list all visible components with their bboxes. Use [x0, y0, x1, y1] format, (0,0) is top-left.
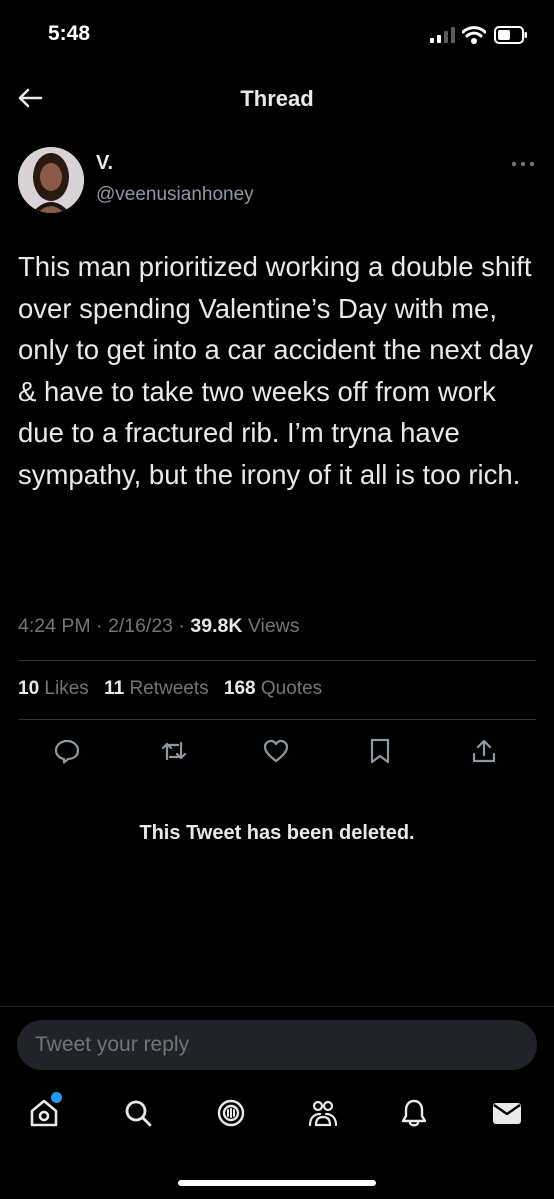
reply-icon[interactable]: [53, 737, 81, 765]
status-time: 5:48: [48, 22, 91, 45]
quotes-count: 168: [223, 678, 256, 699]
reply-placeholder: Tweet your reply: [35, 1033, 190, 1056]
home-indicator: [178, 1180, 376, 1186]
divider: [18, 660, 536, 661]
tab-messages[interactable]: [491, 1097, 523, 1129]
tab-spaces[interactable]: [215, 1097, 247, 1129]
meta-separator: ·: [96, 615, 103, 637]
retweet-icon[interactable]: [160, 737, 188, 765]
more-options-icon[interactable]: [510, 160, 536, 168]
notifications-icon: [401, 1099, 427, 1127]
divider: [0, 1006, 554, 1007]
likes-label: Likes: [44, 678, 89, 699]
author-handle[interactable]: @veenusianhoney: [96, 184, 254, 206]
divider: [18, 719, 536, 720]
retweets-label: Retweets: [129, 678, 209, 699]
tab-search[interactable]: [122, 1097, 154, 1129]
deleted-tweet-notice: This Tweet has been deleted.: [139, 822, 415, 844]
notification-dot: [51, 1092, 62, 1103]
views-count: 39.8K: [190, 615, 243, 637]
avatar[interactable]: [18, 147, 84, 213]
wifi-icon: [462, 25, 486, 45]
quotes-stat[interactable]: 168 Quotes: [224, 678, 322, 699]
retweets-stat[interactable]: 11 Retweets: [104, 678, 209, 699]
likes-count: 10: [18, 678, 40, 699]
tweet-text: This man prioritized working a double sh…: [18, 251, 534, 490]
share-icon[interactable]: [470, 737, 498, 765]
tweet-meta: 4:24 PM · 2/16/23 · 39.8K Views: [18, 615, 300, 638]
views-label[interactable]: Views: [248, 615, 300, 637]
battery-icon: [494, 26, 528, 44]
search-icon: [125, 1100, 152, 1127]
author-name[interactable]: V.: [96, 152, 113, 175]
tab-communities[interactable]: [307, 1097, 339, 1129]
cellular-signal-icon: [430, 27, 456, 43]
retweets-count: 11: [104, 678, 125, 699]
quotes-label: Quotes: [260, 678, 323, 699]
spaces-icon: [217, 1099, 245, 1127]
like-icon[interactable]: [262, 737, 290, 765]
messages-icon: [493, 1103, 521, 1124]
bookmark-icon[interactable]: [366, 737, 394, 765]
tweet-date: 2/16/23: [107, 615, 174, 637]
tweet-stats: 10 Likes 11 Retweets 168 Quotes: [18, 678, 332, 700]
page-title: Thread: [240, 86, 314, 111]
tweet-time: 4:24 PM: [18, 615, 91, 637]
communities-icon: [308, 1100, 338, 1127]
meta-separator: ·: [178, 615, 185, 637]
tab-notifications[interactable]: [398, 1097, 430, 1129]
likes-stat[interactable]: 10 Likes: [18, 678, 89, 699]
